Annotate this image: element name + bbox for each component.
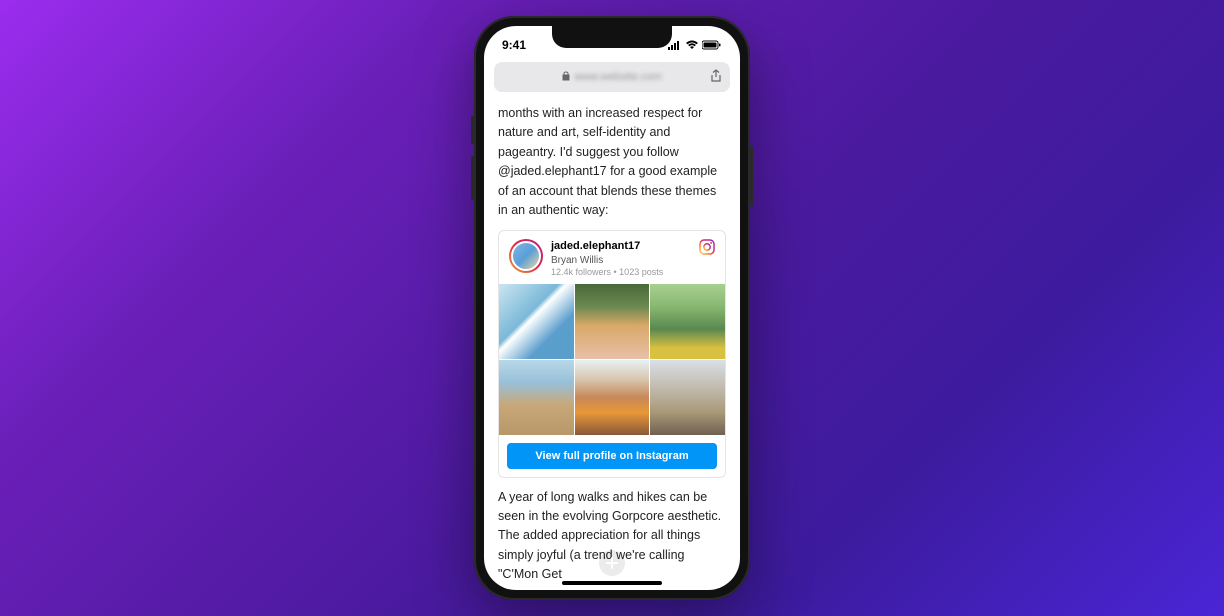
- profile-stats: 12.4k followers • 1023 posts: [551, 267, 663, 279]
- url-text: www.website.com: [574, 71, 661, 83]
- wifi-icon: [685, 40, 699, 50]
- status-indicators: [668, 40, 722, 50]
- page-content[interactable]: months with an increased respect for nat…: [484, 96, 740, 590]
- phone-frame: 9:41 www.website.com: [474, 16, 750, 600]
- status-time: 9:41: [502, 38, 526, 52]
- battery-icon: [702, 40, 722, 50]
- profile-meta: jaded.elephant17 Bryan Willis 12.4k foll…: [551, 239, 663, 278]
- browser-address-bar[interactable]: www.website.com: [494, 62, 730, 92]
- cellular-signal-icon: [668, 40, 682, 50]
- article-paragraph-top: months with an increased respect for nat…: [498, 104, 726, 220]
- profile-avatar[interactable]: [509, 239, 543, 273]
- grid-photo[interactable]: [650, 284, 725, 359]
- grid-photo[interactable]: [650, 360, 725, 435]
- grid-photo[interactable]: [575, 284, 650, 359]
- grid-photo[interactable]: [499, 284, 574, 359]
- instagram-embed-card: jaded.elephant17 Bryan Willis 12.4k foll…: [498, 230, 726, 477]
- grid-photo[interactable]: [575, 360, 650, 435]
- photo-grid: [499, 284, 725, 434]
- phone-notch: [552, 26, 672, 48]
- profile-display-name: Bryan Willis: [551, 254, 663, 267]
- grid-photo[interactable]: [499, 360, 574, 435]
- view-profile-button[interactable]: View full profile on Instagram: [507, 443, 717, 469]
- embed-header: jaded.elephant17 Bryan Willis 12.4k foll…: [499, 231, 725, 284]
- instagram-logo-icon[interactable]: [699, 239, 715, 261]
- phone-screen: 9:41 www.website.com: [484, 26, 740, 590]
- share-icon[interactable]: [710, 69, 722, 86]
- home-indicator[interactable]: [562, 581, 662, 585]
- profile-username[interactable]: jaded.elephant17: [551, 239, 663, 253]
- phone-side-button: [750, 146, 753, 206]
- lock-icon: [562, 71, 570, 83]
- new-tab-button[interactable]: [599, 550, 625, 576]
